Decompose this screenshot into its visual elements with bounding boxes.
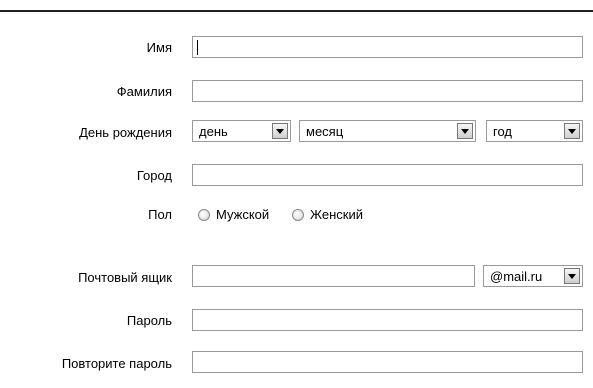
password-input[interactable]	[192, 309, 583, 331]
birth-year-select[interactable]: год	[486, 120, 583, 142]
chevron-down-icon[interactable]	[564, 123, 580, 139]
password-label: Пароль	[126, 313, 172, 328]
first-name-label: Имя	[146, 40, 172, 55]
chevron-down-icon[interactable]	[564, 268, 580, 284]
chevron-down-icon[interactable]	[457, 123, 473, 139]
birth-day-value: день	[199, 124, 228, 139]
password-repeat-label: Повторите пароль	[61, 356, 172, 371]
birth-day-select[interactable]: день	[192, 120, 291, 142]
first-name-input[interactable]	[192, 36, 583, 58]
last-name-input[interactable]	[192, 80, 583, 102]
gender-female-label[interactable]: Женский	[310, 207, 363, 223]
city-label: Город	[136, 168, 172, 183]
text-cursor	[197, 40, 198, 55]
mail-domain-select[interactable]: @mail.ru	[483, 265, 583, 287]
gender-male-label[interactable]: Мужской	[216, 207, 269, 223]
mailbox-label: Почтовый ящик	[78, 270, 172, 285]
mail-domain-value: @mail.ru	[490, 269, 543, 284]
birth-year-value: год	[493, 124, 512, 139]
last-name-label: Фамилия	[116, 84, 172, 99]
gender-label: Пол	[148, 207, 172, 222]
mailbox-input[interactable]	[192, 265, 475, 287]
city-input[interactable]	[192, 164, 583, 186]
birth-month-value: месяц	[306, 124, 344, 139]
chevron-down-icon[interactable]	[272, 123, 288, 139]
gender-male-radio[interactable]	[198, 209, 210, 221]
gender-female-radio[interactable]	[292, 209, 304, 221]
password-repeat-input[interactable]	[192, 351, 583, 373]
birthday-label: День рождения	[79, 125, 172, 140]
top-divider	[0, 10, 593, 12]
birth-month-select[interactable]: месяц	[299, 120, 476, 142]
